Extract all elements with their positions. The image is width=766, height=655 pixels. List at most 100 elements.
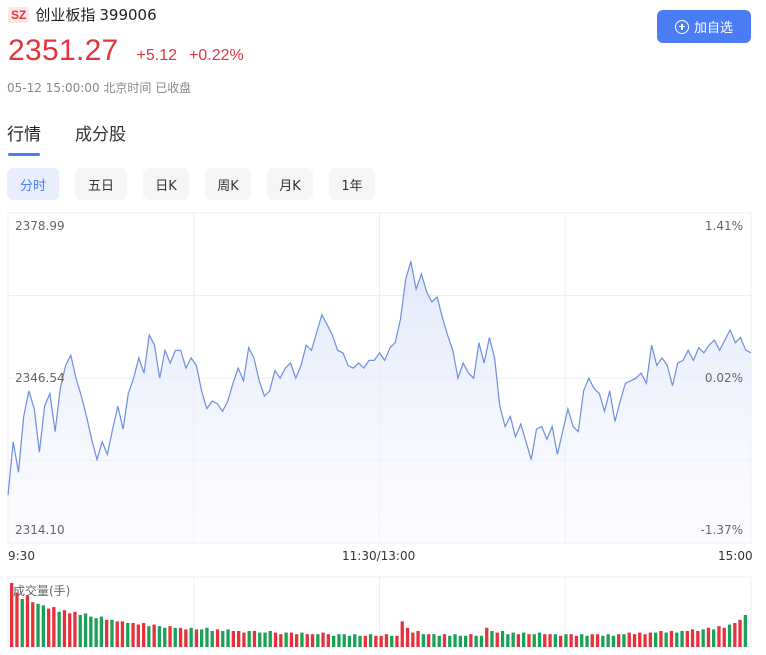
volume-bar: [638, 632, 642, 647]
price-change: +5.12: [136, 47, 178, 64]
volume-bar: [200, 629, 204, 647]
volume-bar: [722, 627, 726, 647]
volume-bar: [669, 631, 674, 647]
period-monthly-k[interactable]: 月K: [267, 168, 313, 200]
volume-bar: [289, 632, 294, 647]
volume-bar: [453, 634, 457, 647]
volume-bar: [268, 631, 272, 647]
stock-name: 创业板指: [35, 6, 96, 24]
volume-bar: [142, 623, 146, 647]
volume-bar: [353, 634, 357, 647]
intraday-chart[interactable]: 2378.99 2346.54 2314.10 1.41% 0.02% -1.3…: [0, 210, 766, 655]
volume-bar: [564, 634, 568, 647]
tab-quote[interactable]: 行情: [7, 120, 41, 156]
volume-bar: [500, 631, 505, 647]
volume-bar: [347, 635, 352, 647]
volume-bar: [105, 619, 109, 647]
volume-bar: [147, 626, 151, 647]
volume-bar: [136, 624, 140, 647]
x-label-midday: 11:30/13:00: [342, 549, 416, 563]
volume-bar: [543, 634, 547, 647]
volume-bar: [321, 632, 325, 647]
volume-bar: [83, 613, 88, 647]
volume-bar: [68, 613, 72, 647]
volume-bar: [506, 634, 510, 647]
volume-bar: [574, 635, 579, 647]
volume-bar: [284, 632, 288, 647]
volume-bar: [15, 592, 19, 647]
volume-bar: [659, 631, 663, 647]
period-daily-k[interactable]: 日K: [143, 168, 189, 200]
volume-bar: [632, 634, 637, 647]
volume-bar: [733, 623, 737, 647]
volume-bar: [405, 627, 410, 647]
volume-bar: [94, 618, 98, 647]
volume-bar: [738, 619, 742, 647]
volume-bar: [363, 635, 367, 647]
volume-bar: [706, 627, 711, 647]
volume-bar: [395, 635, 399, 647]
volume-bar: [273, 632, 278, 647]
volume-bar: [437, 635, 441, 647]
volume-bar: [242, 632, 246, 647]
volume-bar: [226, 629, 230, 647]
volume-bar: [126, 623, 130, 647]
add-to-watchlist-button[interactable]: 加自选: [657, 10, 751, 43]
period-intraday[interactable]: 分时: [7, 168, 59, 200]
volume-bar: [727, 624, 732, 647]
price-change-percent: +0.22%: [189, 47, 244, 64]
volume-bar: [743, 615, 747, 647]
volume-bar: [490, 631, 494, 647]
volume-bar: [316, 634, 320, 647]
quote-timestamp: 05-12 15:00:00 北京时间 已收盘: [7, 81, 192, 95]
volume-bar: [559, 635, 563, 647]
volume-bar: [305, 634, 309, 647]
volume-bar: [374, 635, 378, 647]
volume-bar: [131, 623, 135, 647]
volume-bar: [178, 627, 183, 647]
period-selector: 分时 五日 日K 周K 月K 1年: [7, 168, 391, 200]
volume-bar: [36, 603, 40, 647]
volume-title: 成交量(手): [13, 584, 71, 598]
volume-bar: [342, 634, 346, 647]
volume-bar: [590, 634, 594, 647]
volume-bar: [585, 635, 589, 647]
volume-bar: [532, 634, 536, 647]
volume-bar: [215, 629, 220, 647]
volume-bar: [379, 635, 383, 647]
volume-bar: [25, 595, 30, 647]
volume-bar: [337, 634, 341, 647]
tab-constituents[interactable]: 成分股: [75, 120, 126, 145]
volume-bar: [258, 632, 262, 647]
volume-bar: [479, 635, 484, 647]
period-weekly-k[interactable]: 周K: [205, 168, 251, 200]
volume-bar: [252, 631, 257, 647]
volume-bar: [163, 627, 167, 647]
volume-bar: [685, 631, 689, 647]
stock-code: 399006: [99, 5, 157, 24]
volume-bar: [115, 621, 119, 647]
volume-bar: [332, 635, 336, 647]
volume-bar: [20, 599, 24, 647]
period-five-day[interactable]: 五日: [75, 168, 127, 200]
volume-bar: [295, 634, 299, 647]
volume-bar: [184, 629, 188, 647]
period-one-year[interactable]: 1年: [329, 168, 375, 200]
volume-bar: [120, 621, 125, 647]
y-label-low: 2314.10: [15, 523, 65, 537]
volume-bar: [458, 635, 462, 647]
volume-bar: [701, 629, 705, 647]
y-pct-mid: 0.02%: [705, 371, 743, 385]
volume-bar: [717, 626, 721, 647]
y-pct-high: 1.41%: [705, 219, 743, 233]
volume-bar: [601, 635, 605, 647]
volume-bar: [168, 626, 172, 647]
volume-bar: [485, 627, 489, 647]
volume-bar: [247, 631, 251, 647]
volume-bar: [432, 634, 436, 647]
volume-bar: [99, 616, 103, 647]
x-label-close: 15:00: [718, 549, 753, 563]
volume-bar: [205, 627, 209, 647]
volume-bar: [448, 635, 452, 647]
volume-bar: [31, 602, 35, 647]
